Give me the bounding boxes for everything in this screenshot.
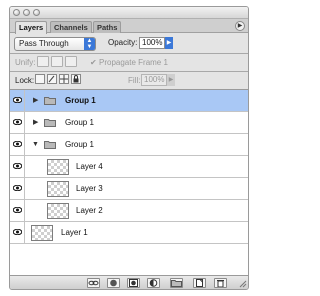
- visibility-toggle[interactable]: [10, 222, 25, 243]
- layer-name: Layer 2: [76, 206, 103, 215]
- unify-row: Unify: ✔ Propagate Frame 1: [10, 54, 248, 70]
- layer-thumbnail: [47, 203, 69, 219]
- layer-name: Layer 1: [61, 228, 88, 237]
- tab-channels[interactable]: Channels: [50, 21, 92, 33]
- lock-label: Lock:: [15, 76, 35, 85]
- layer-style-button[interactable]: [107, 278, 120, 288]
- visibility-toggle[interactable]: [10, 90, 25, 111]
- eye-icon: [13, 185, 22, 191]
- half-circle-icon: [149, 279, 158, 287]
- link-layers-button[interactable]: [87, 278, 100, 288]
- panel-menu-icon: ▶: [237, 23, 243, 29]
- layer-row[interactable]: Layer 3: [10, 178, 248, 200]
- visibility-toggle[interactable]: [10, 134, 25, 155]
- unify-label: Unify:: [15, 58, 36, 67]
- layer-row-group[interactable]: ▶ Group 1: [10, 90, 248, 112]
- eye-icon: [13, 119, 22, 125]
- lock-transparent-icon[interactable]: [35, 74, 45, 84]
- layer-thumbnail: [47, 181, 69, 197]
- trash-icon: [217, 280, 224, 288]
- eye-icon: [13, 97, 22, 103]
- expand-triangle-down-icon[interactable]: ▼: [32, 134, 39, 155]
- expand-triangle-right-icon[interactable]: ▶: [33, 112, 38, 133]
- zoom-window-button[interactable]: [33, 9, 40, 16]
- folder-icon: [44, 97, 56, 105]
- eye-icon: [13, 163, 22, 169]
- tab-layers[interactable]: Layers: [15, 21, 48, 34]
- layer-row[interactable]: Layer 1: [10, 222, 248, 244]
- layer-row-group[interactable]: ▶ Group 1: [10, 112, 248, 134]
- opacity-label: Opacity:: [108, 38, 138, 47]
- blend-row: Pass Through ▲ ▼ Opacity: 100% ▶: [10, 34, 248, 51]
- propagate-frame-label: Propagate Frame 1: [99, 58, 168, 67]
- lock-row: Lock: Fill: 100% ▶: [10, 72, 248, 88]
- expand-triangle-right-icon[interactable]: ▶: [33, 90, 38, 111]
- folder-icon: [44, 119, 56, 127]
- mask-icon: [129, 279, 138, 287]
- opacity-field[interactable]: 100%: [139, 37, 165, 49]
- layer-row[interactable]: Layer 2: [10, 200, 248, 222]
- panel-menu-button[interactable]: ▶: [235, 21, 245, 31]
- delete-layer-button[interactable]: [214, 278, 227, 288]
- close-window-button[interactable]: [13, 9, 20, 16]
- folder-icon: [171, 280, 182, 287]
- layer-name: Layer 3: [76, 184, 103, 193]
- layer-thumbnail: [47, 159, 69, 175]
- panel-tabs: Layers Channels Paths ▶: [10, 19, 248, 34]
- adjustment-layer-button[interactable]: [147, 278, 160, 288]
- opacity-slider-arrow-icon[interactable]: ▶: [165, 37, 173, 49]
- fill-slider-arrow-icon[interactable]: ▶: [167, 74, 175, 86]
- fx-circle-icon: [110, 279, 117, 287]
- visibility-toggle[interactable]: [10, 200, 25, 221]
- unify-style-icon[interactable]: [65, 56, 77, 67]
- layer-name: Layer 4: [76, 162, 103, 171]
- minimize-window-button[interactable]: [23, 9, 30, 16]
- add-mask-button[interactable]: [127, 278, 140, 288]
- visibility-toggle[interactable]: [10, 156, 25, 177]
- layers-list: ▶ Group 1 ▶ Group 1 ▼ Group 1 Layer 4 La…: [10, 89, 248, 275]
- folder-icon: [44, 141, 56, 149]
- chain-link-icon: [88, 280, 99, 286]
- resize-grip-icon[interactable]: [239, 280, 247, 288]
- lock-position-move-icon[interactable]: [59, 74, 69, 84]
- tab-paths[interactable]: Paths: [93, 21, 122, 33]
- updown-arrows-icon: ▲ ▼: [84, 38, 95, 50]
- new-layer-button[interactable]: [193, 278, 206, 288]
- layers-panel: Layers Channels Paths ▶ Pass Through ▲ ▼ …: [9, 6, 249, 290]
- fill-label: Fill:: [128, 76, 141, 85]
- eye-icon: [13, 229, 22, 235]
- eye-icon: [13, 207, 22, 213]
- layer-name: Group 1: [65, 140, 94, 149]
- eye-icon: [13, 141, 22, 147]
- layer-row-group[interactable]: ▼ Group 1: [10, 134, 248, 156]
- lock-image-brush-icon[interactable]: [47, 74, 57, 84]
- unify-position-icon[interactable]: [37, 56, 49, 67]
- unify-visibility-icon[interactable]: [51, 56, 63, 67]
- layer-name: Group 1: [65, 96, 96, 105]
- propagate-checkbox[interactable]: ✔: [90, 58, 97, 68]
- panel-footer: [10, 275, 248, 289]
- lock-all-padlock-icon[interactable]: [71, 74, 81, 84]
- layer-thumbnail: [31, 225, 53, 241]
- layer-name: Group 1: [65, 118, 94, 127]
- blend-mode-select[interactable]: Pass Through ▲ ▼: [14, 37, 96, 51]
- new-group-button[interactable]: [170, 278, 183, 288]
- blend-mode-value: Pass Through: [19, 39, 69, 48]
- fill-field[interactable]: 100%: [141, 74, 167, 86]
- layer-row[interactable]: Layer 4: [10, 156, 248, 178]
- visibility-toggle[interactable]: [10, 178, 25, 199]
- visibility-toggle[interactable]: [10, 112, 25, 133]
- panel-titlebar[interactable]: [10, 7, 248, 19]
- new-page-icon: [196, 279, 203, 287]
